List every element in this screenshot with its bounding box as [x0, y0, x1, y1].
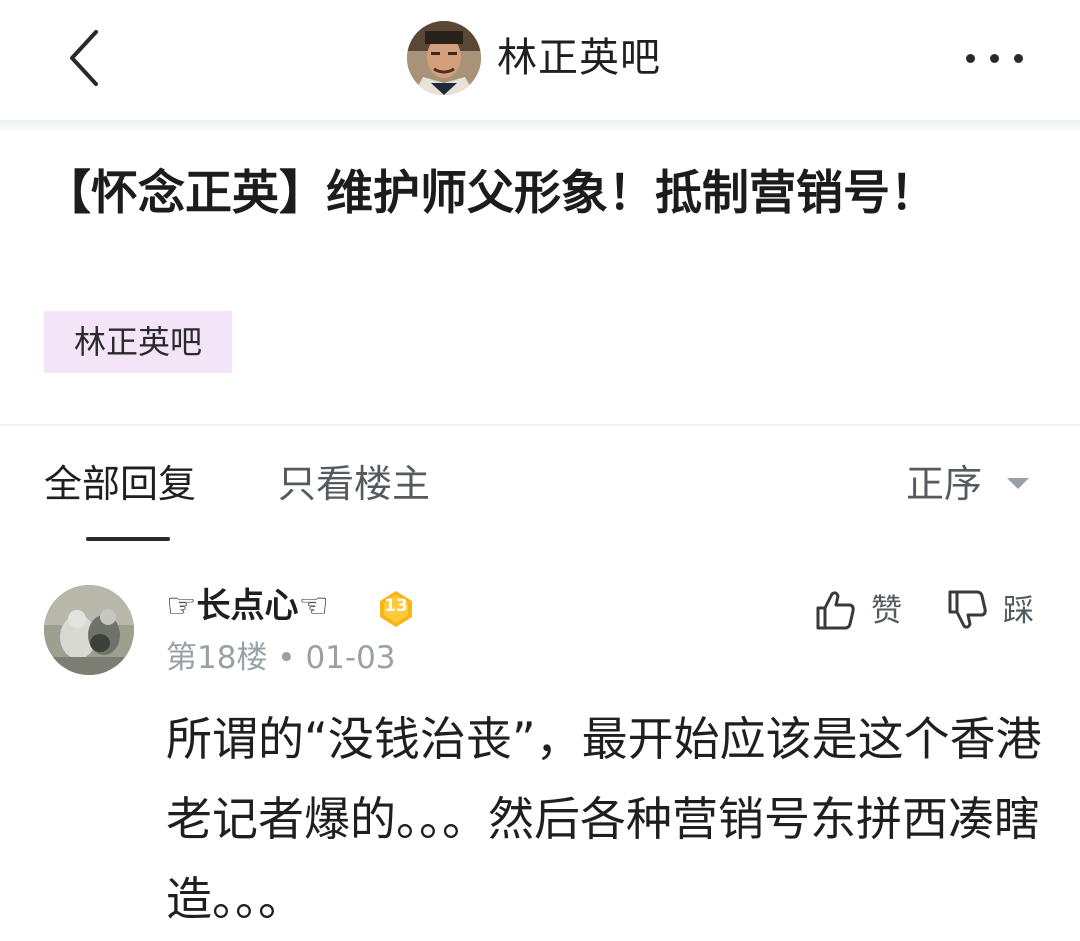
thumbs-up-icon [816, 591, 855, 630]
more-dot [990, 54, 999, 63]
tab-op-only[interactable]: 只看楼主 [278, 458, 430, 510]
forum-avatar[interactable] [407, 21, 481, 95]
section-divider [0, 424, 1080, 426]
chevron-left-icon [70, 30, 98, 86]
user-avatar[interactable] [44, 585, 134, 675]
active-tab-indicator [86, 537, 170, 541]
caret-down-icon[interactable] [1007, 478, 1029, 489]
top-nav-bar: 林正英吧 [0, 0, 1080, 120]
post-title: 【怀念正英】维护师父形象！抵制营销号！ [44, 166, 937, 221]
topbar-shadow [0, 120, 1080, 134]
sort-order-dropdown[interactable]: 正序 [906, 458, 982, 510]
reply-floor-date: 第18楼 • 01-03 [166, 640, 396, 676]
reply-username[interactable]: ☞长点心☜ [166, 583, 329, 629]
back-button[interactable] [62, 28, 112, 88]
reply-content: 所谓的“没钱治丧”，最开始应该是这个香港老记者爆的。。。然后各种营销号东拼西凑瞎… [166, 712, 1042, 926]
thumbs-down-icon [948, 590, 987, 629]
forum-avatar-image [407, 21, 481, 95]
level-badge: 13 [376, 589, 416, 629]
user-avatar-image [44, 585, 134, 675]
level-number: 13 [384, 596, 408, 616]
forum-tag[interactable]: 林正英吧 [44, 311, 232, 373]
more-dot [1014, 54, 1023, 63]
forum-name[interactable]: 林正英吧 [497, 34, 661, 82]
post-page: 林正英吧 【怀念正英】维护师父形象！抵制营销号！ 林正英吧 全部回复 只看楼主 … [0, 0, 1080, 941]
more-horizontal-icon [966, 54, 975, 63]
tab-all-replies[interactable]: 全部回复 [44, 458, 196, 510]
dislike-label: 踩 [1003, 593, 1034, 629]
more-button[interactable] [958, 40, 1030, 76]
like-label: 赞 [871, 593, 902, 629]
